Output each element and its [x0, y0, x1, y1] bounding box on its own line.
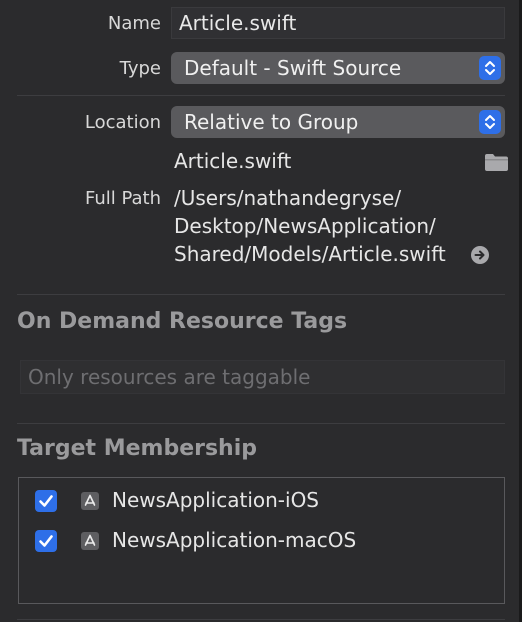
full-path-line: Desktop/NewsApplication/ [174, 214, 436, 238]
type-popup-value: Default - Swift Source [184, 56, 402, 80]
app-target-icon [81, 532, 99, 550]
targets-list: NewsApplication-iOS NewsApplication-macO… [18, 477, 505, 604]
chevron-up-down-icon [479, 110, 501, 134]
target-membership-title: Target Membership [17, 436, 258, 461]
chevron-up-down-icon [479, 56, 501, 80]
folder-icon[interactable] [484, 152, 509, 176]
divider [17, 423, 505, 424]
target-label: NewsApplication-macOS [112, 528, 357, 552]
location-popup-value: Relative to Group [184, 110, 359, 134]
full-path-label: Full Path [84, 188, 161, 209]
location-label: Location [84, 112, 161, 133]
target-checkbox[interactable] [35, 530, 57, 552]
divider [17, 95, 505, 96]
app-target-icon [81, 492, 99, 510]
target-label: NewsApplication-iOS [112, 488, 320, 512]
resource-tags-field[interactable]: Only resources are taggable [20, 360, 505, 394]
name-field[interactable]: Article.swift [171, 7, 505, 39]
target-checkbox[interactable] [35, 490, 57, 512]
divider [17, 619, 505, 620]
full-path-line: /Users/nathandegryse/ [174, 186, 402, 210]
divider [17, 294, 505, 295]
location-popup[interactable]: Relative to Group [171, 106, 505, 138]
type-label: Type [119, 58, 161, 79]
arrow-right-circle-icon[interactable] [470, 245, 490, 269]
file-name: Article.swift [174, 149, 292, 173]
full-path-line: Shared/Models/Article.swift [174, 242, 446, 266]
on-demand-title: On Demand Resource Tags [17, 309, 348, 334]
name-label: Name [107, 13, 161, 34]
type-popup[interactable]: Default - Swift Source [171, 52, 505, 84]
